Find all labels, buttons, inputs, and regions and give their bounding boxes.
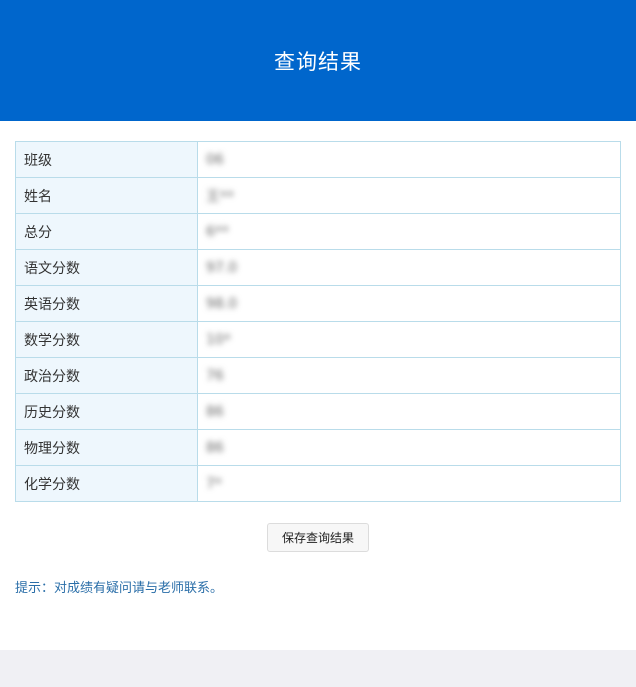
row-value-text: 6** — [206, 223, 229, 240]
row-label: 姓名 — [15, 177, 198, 214]
page-header: 查询结果 — [0, 0, 636, 121]
row-label: 英语分数 — [15, 285, 198, 322]
row-value: 7* — [197, 465, 621, 502]
row-value: 76 — [197, 357, 621, 394]
table-row: 语文分数 97.0 — [15, 249, 621, 286]
row-value: 06 — [197, 141, 621, 178]
row-label: 语文分数 — [15, 249, 198, 286]
hint-text: 提示：对成绩有疑问请与老师联系。 — [15, 581, 224, 596]
table-row: 班级 06 — [15, 141, 621, 178]
row-value-text: 7* — [206, 475, 222, 492]
table-row: 物理分数 86 — [15, 429, 621, 466]
row-value-text: 06 — [206, 151, 224, 168]
table-row: 英语分数 98.0 — [15, 285, 621, 322]
row-value: 86 — [197, 429, 621, 466]
row-label: 政治分数 — [15, 357, 198, 394]
row-value: 10* — [197, 321, 621, 358]
row-value-text: 97.0 — [206, 259, 238, 276]
row-value-text: 76 — [206, 367, 224, 384]
row-label: 物理分数 — [15, 429, 198, 466]
row-label: 总分 — [15, 213, 198, 250]
page-title: 查询结果 — [274, 49, 362, 74]
table-row: 历史分数 86 — [15, 393, 621, 430]
row-label: 历史分数 — [15, 393, 198, 430]
row-label: 化学分数 — [15, 465, 198, 502]
row-value: 王** — [197, 177, 621, 214]
table-row: 政治分数 76 — [15, 357, 621, 394]
table-row: 姓名 王** — [15, 177, 621, 214]
row-label: 数学分数 — [15, 321, 198, 358]
row-value: 6** — [197, 213, 621, 250]
content-area: 班级 06 姓名 王** 总分 6** 语文分数 97.0 英语分数 98.0 … — [0, 121, 636, 650]
table-row: 数学分数 10* — [15, 321, 621, 358]
row-value-text: 86 — [206, 403, 224, 420]
save-results-button[interactable]: 保存查询结果 — [266, 523, 369, 552]
row-value: 86 — [197, 393, 621, 430]
row-label: 班级 — [15, 141, 198, 178]
row-value: 97.0 — [197, 249, 621, 286]
table-row: 总分 6** — [15, 213, 621, 250]
table-row: 化学分数 7* — [15, 465, 621, 502]
row-value-text: 86 — [206, 439, 224, 456]
row-value: 98.0 — [197, 285, 621, 322]
row-value-text: 王** — [206, 188, 234, 205]
action-bar: 保存查询结果 — [0, 523, 636, 552]
row-value-text: 10* — [206, 331, 231, 348]
result-table: 班级 06 姓名 王** 总分 6** 语文分数 97.0 英语分数 98.0 … — [15, 141, 621, 502]
row-value-text: 98.0 — [206, 295, 238, 312]
